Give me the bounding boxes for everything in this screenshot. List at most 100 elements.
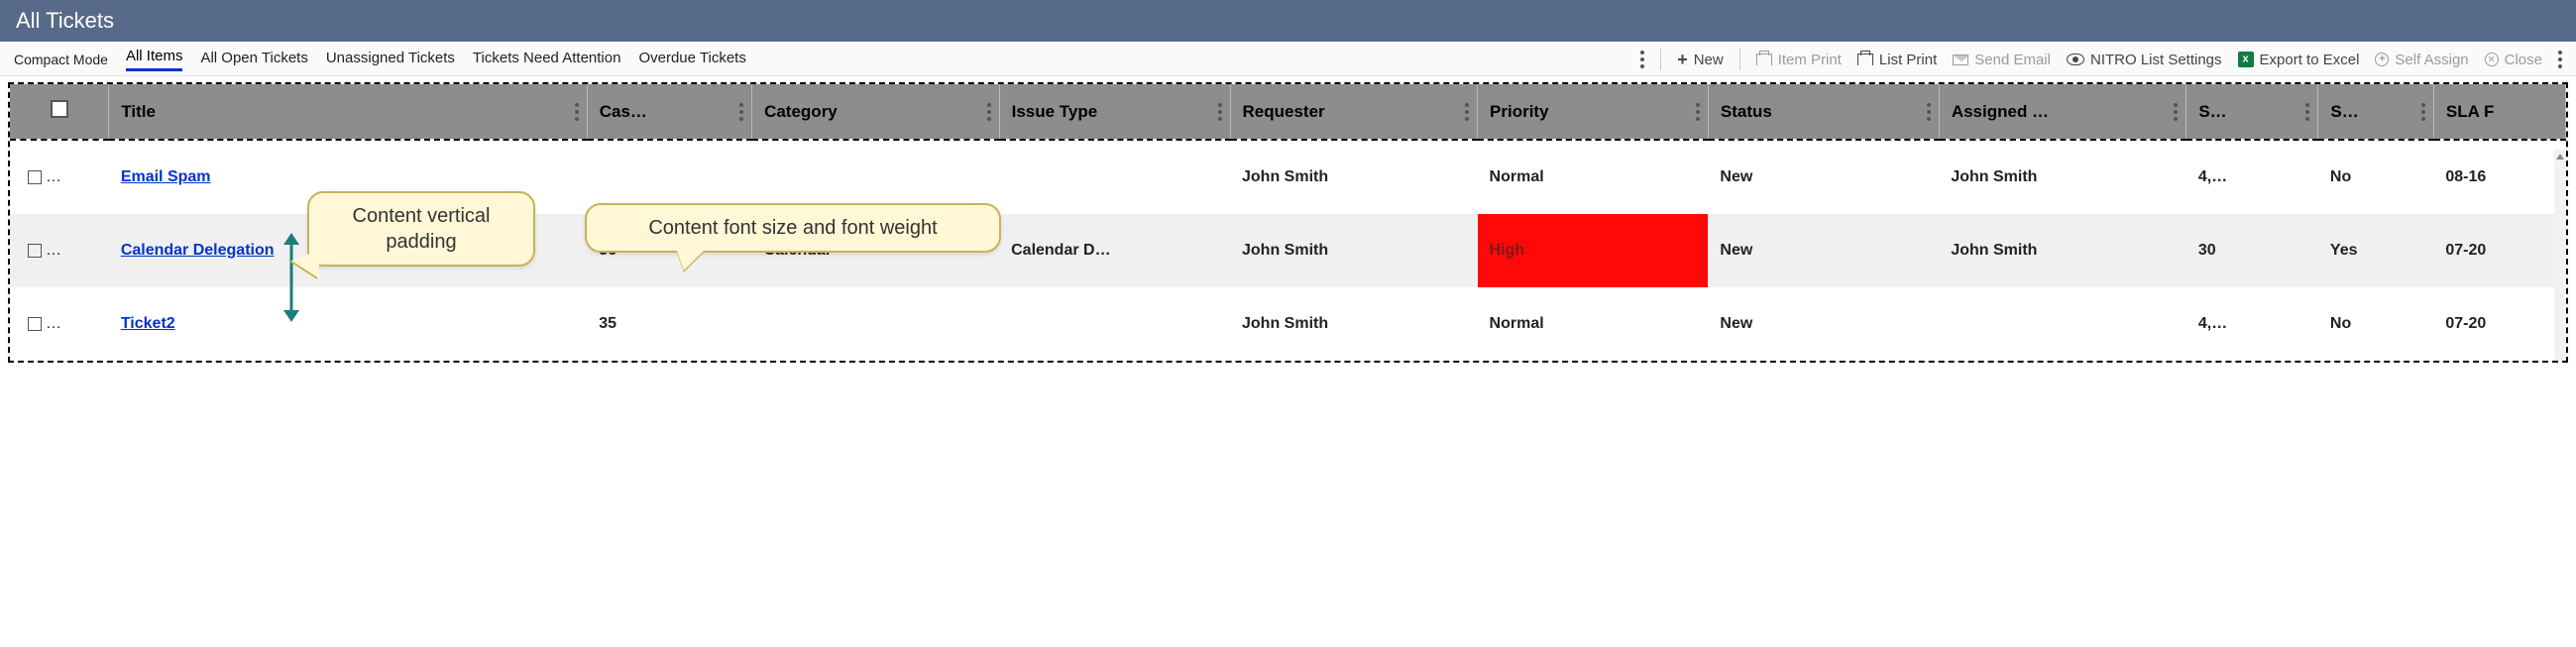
cell-title: Calendar Delegation bbox=[109, 214, 587, 287]
row-menu-icon[interactable]: … bbox=[46, 315, 62, 332]
cell-status: New bbox=[1708, 287, 1939, 361]
grid-container: Title Cas… Category Issue Type Requester bbox=[8, 82, 2568, 363]
column-menu-icon[interactable] bbox=[739, 103, 743, 121]
more-icon[interactable] bbox=[2558, 51, 2562, 68]
self-assign-button[interactable]: Self Assign bbox=[2375, 52, 2468, 68]
col-s1[interactable]: S… bbox=[2186, 84, 2318, 140]
col-issue-type[interactable]: Issue Type bbox=[999, 84, 1230, 140]
table-row[interactable]: …Calendar Delegation36CalendarCalendar D… bbox=[10, 214, 2566, 287]
column-menu-icon[interactable] bbox=[2421, 103, 2425, 121]
column-menu-icon[interactable] bbox=[2305, 103, 2309, 121]
print-icon bbox=[1756, 54, 1772, 65]
row-menu-icon[interactable]: … bbox=[46, 168, 62, 185]
item-print-label: Item Print bbox=[1778, 52, 1842, 68]
col-priority[interactable]: Priority bbox=[1478, 84, 1709, 140]
col-s1-label: S… bbox=[2198, 102, 2226, 121]
col-sla[interactable]: SLA F bbox=[2433, 84, 2565, 140]
col-requester-label: Requester bbox=[1243, 102, 1325, 121]
select-all-header[interactable] bbox=[10, 84, 109, 140]
ticket-link[interactable]: Email Spam bbox=[121, 168, 211, 185]
plus-icon: + bbox=[1677, 53, 1688, 66]
close-icon bbox=[2485, 53, 2499, 66]
row-checkbox[interactable] bbox=[28, 244, 42, 258]
toolbar-right: + New Item Print List Print Send Email N… bbox=[1640, 49, 2562, 70]
list-print-button[interactable]: List Print bbox=[1857, 52, 1937, 68]
cell-sla: 07-20 bbox=[2433, 214, 2565, 287]
col-s2-label: S… bbox=[2330, 102, 2358, 121]
tab-need-attention[interactable]: Tickets Need Attention bbox=[473, 50, 621, 70]
cell-requester: John Smith bbox=[1230, 287, 1478, 361]
mail-icon bbox=[1953, 54, 1968, 65]
tab-overdue-tickets[interactable]: Overdue Tickets bbox=[638, 50, 745, 70]
col-status[interactable]: Status bbox=[1708, 84, 1939, 140]
export-excel-label: Export to Excel bbox=[2260, 52, 2360, 68]
compact-mode-label: Compact Mode bbox=[14, 52, 108, 67]
more-icon[interactable] bbox=[1640, 51, 1644, 68]
table-row[interactable]: …Ticket235John SmithNormalNew4,…No07-20 bbox=[10, 287, 2566, 361]
cell-requester: John Smith bbox=[1230, 214, 1478, 287]
close-button[interactable]: Close bbox=[2485, 52, 2542, 68]
cell-title: Ticket2 bbox=[109, 287, 587, 361]
excel-icon bbox=[2238, 52, 2254, 67]
cell-category bbox=[752, 287, 1000, 361]
column-menu-icon[interactable] bbox=[1927, 103, 1931, 121]
new-button[interactable]: + New bbox=[1677, 52, 1724, 68]
col-title[interactable]: Title bbox=[109, 84, 587, 140]
tab-unassigned-tickets[interactable]: Unassigned Tickets bbox=[326, 50, 455, 70]
cell-issue: Calendar D… bbox=[999, 214, 1230, 287]
ticket-link[interactable]: Ticket2 bbox=[121, 315, 175, 332]
vertical-scrollbar[interactable] bbox=[2554, 150, 2566, 361]
cell-s2: Yes bbox=[2318, 214, 2433, 287]
col-assigned[interactable]: Assigned … bbox=[1939, 84, 2186, 140]
cell-case: 35 bbox=[587, 287, 751, 361]
column-menu-icon[interactable] bbox=[1218, 103, 1222, 121]
send-email-button[interactable]: Send Email bbox=[1953, 52, 2051, 68]
toolbar-left: Compact Mode All Items All Open Tickets … bbox=[14, 48, 746, 71]
page-title-text: All Tickets bbox=[16, 8, 114, 33]
item-print-button[interactable]: Item Print bbox=[1756, 52, 1842, 68]
cell-category: Calendar bbox=[752, 214, 1000, 287]
cell-s1: 30 bbox=[2186, 214, 2318, 287]
column-menu-icon[interactable] bbox=[575, 103, 579, 121]
col-requester[interactable]: Requester bbox=[1230, 84, 1478, 140]
col-issue-label: Issue Type bbox=[1012, 102, 1098, 121]
cell-status: New bbox=[1708, 140, 1939, 214]
cell-status: New bbox=[1708, 214, 1939, 287]
col-status-label: Status bbox=[1721, 102, 1772, 121]
column-menu-icon[interactable] bbox=[1465, 103, 1469, 121]
new-button-label: New bbox=[1694, 52, 1724, 68]
list-print-label: List Print bbox=[1879, 52, 1937, 68]
cell-s1: 4,… bbox=[2186, 287, 2318, 361]
page-title: All Tickets bbox=[0, 0, 2576, 42]
export-excel-button[interactable]: Export to Excel bbox=[2238, 52, 2360, 68]
row-checkbox[interactable] bbox=[28, 317, 42, 331]
col-category[interactable]: Category bbox=[752, 84, 1000, 140]
column-menu-icon[interactable] bbox=[987, 103, 991, 121]
nitro-settings-button[interactable]: NITRO List Settings bbox=[2067, 52, 2222, 68]
row-checkbox[interactable] bbox=[28, 170, 42, 184]
ticket-grid: Title Cas… Category Issue Type Requester bbox=[10, 84, 2566, 361]
cell-requester: John Smith bbox=[1230, 140, 1478, 214]
ticket-link[interactable]: Calendar Delegation bbox=[121, 242, 275, 259]
tab-open-tickets[interactable]: All Open Tickets bbox=[200, 50, 307, 70]
cell-priority: High bbox=[1478, 214, 1709, 287]
row-select-cell[interactable]: … bbox=[10, 287, 109, 361]
row-select-cell[interactable]: … bbox=[10, 214, 109, 287]
send-email-label: Send Email bbox=[1974, 52, 2051, 68]
tab-all-items[interactable]: All Items bbox=[126, 48, 183, 71]
cell-issue bbox=[999, 287, 1230, 361]
col-case[interactable]: Cas… bbox=[587, 84, 751, 140]
print-icon bbox=[1857, 54, 1873, 65]
row-menu-icon[interactable]: … bbox=[46, 242, 62, 259]
col-case-label: Cas… bbox=[600, 102, 647, 121]
col-s2[interactable]: S… bbox=[2318, 84, 2433, 140]
column-menu-icon[interactable] bbox=[1696, 103, 1700, 121]
column-menu-icon[interactable] bbox=[2174, 103, 2178, 121]
table-row[interactable]: …Email SpamJohn SmithNormalNewJohn Smith… bbox=[10, 140, 2566, 214]
col-assigned-label: Assigned … bbox=[1952, 102, 2049, 121]
select-all-checkbox[interactable] bbox=[51, 100, 68, 118]
cell-assigned bbox=[1939, 287, 2186, 361]
cell-title: Email Spam bbox=[109, 140, 587, 214]
header-row: Title Cas… Category Issue Type Requester bbox=[10, 84, 2566, 140]
row-select-cell[interactable]: … bbox=[10, 140, 109, 214]
